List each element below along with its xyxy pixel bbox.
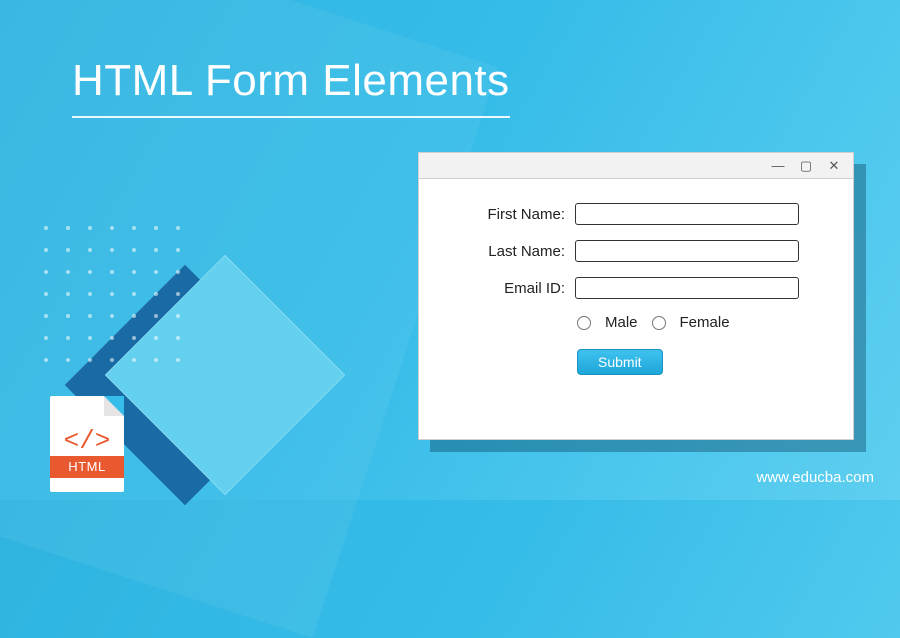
site-url: www.educba.com <box>756 469 874 486</box>
submit-button[interactable]: Submit <box>577 349 663 375</box>
minimize-icon[interactable]: — <box>771 158 785 173</box>
close-icon[interactable]: ✕ <box>827 158 841 174</box>
code-glyph-icon: </> <box>50 426 124 456</box>
first-name-input[interactable] <box>575 203 799 225</box>
dot-grid-deco <box>44 226 184 366</box>
last-name-label: Last Name: <box>449 243 565 260</box>
male-label: Male <box>605 314 638 331</box>
file-fold-icon <box>104 396 124 416</box>
first-name-label: First Name: <box>449 206 565 223</box>
email-row: Email ID: <box>449 277 823 299</box>
html-file-icon: </> HTML <box>50 396 124 492</box>
female-label: Female <box>680 314 730 331</box>
gender-radio-group: Male Female <box>577 314 823 331</box>
titlebar: — ▢ ✕ <box>419 153 853 179</box>
email-label: Email ID: <box>449 280 565 297</box>
maximize-icon[interactable]: ▢ <box>799 158 813 174</box>
last-name-row: Last Name: <box>449 240 823 262</box>
female-radio[interactable] <box>652 316 666 330</box>
file-type-label: HTML <box>50 456 124 478</box>
email-input[interactable] <box>575 277 799 299</box>
page-title: HTML Form Elements <box>72 56 510 118</box>
last-name-input[interactable] <box>575 240 799 262</box>
first-name-row: First Name: <box>449 203 823 225</box>
form-body: First Name: Last Name: Email ID: Male Fe… <box>419 179 853 393</box>
form-window: — ▢ ✕ First Name: Last Name: Email ID: M… <box>418 152 854 440</box>
male-radio[interactable] <box>577 316 591 330</box>
